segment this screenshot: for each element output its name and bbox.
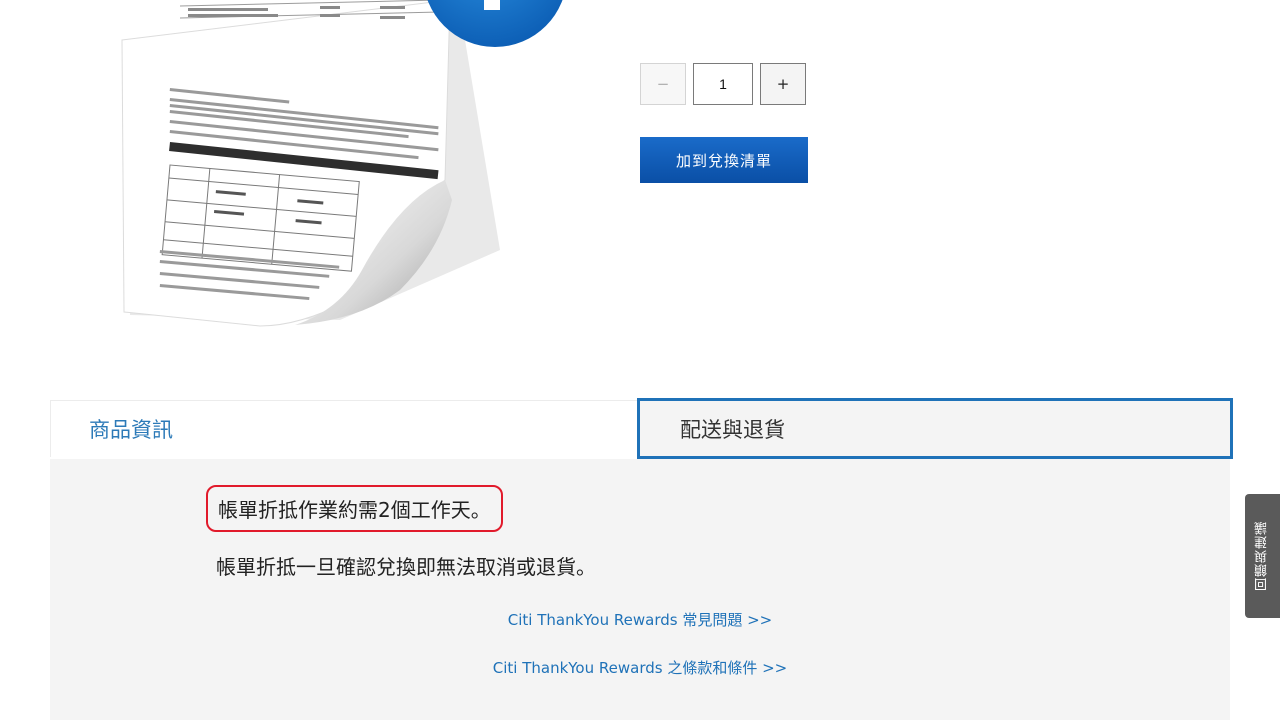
tab-label: 配送與退貨 bbox=[680, 417, 785, 442]
quantity-stepper: − + bbox=[640, 62, 806, 106]
product-tabs: 商品資訊 配送與退貨 bbox=[50, 398, 1233, 459]
tab-shipping-returns[interactable]: 配送與退貨 bbox=[637, 398, 1233, 459]
feedback-label: 回饋與建議 bbox=[1255, 521, 1270, 591]
no-cancel-note: 帳單折抵一旦確認兌換即無法取消或退貨。 bbox=[216, 555, 596, 579]
decrease-quantity-button[interactable]: − bbox=[640, 63, 686, 105]
tab-label: 商品資訊 bbox=[89, 418, 173, 442]
add-to-redemption-list-button[interactable]: 加到兌換清單 bbox=[640, 137, 808, 183]
tab-content-panel: 帳單折抵作業約需2個工作天。 帳單折抵一旦確認兌換即無法取消或退貨。 Citi … bbox=[50, 459, 1230, 720]
quantity-input[interactable] bbox=[693, 63, 753, 105]
increase-quantity-button[interactable]: + bbox=[760, 63, 806, 105]
terms-link[interactable]: Citi ThankYou Rewards 之條款和條件 >> bbox=[50, 657, 1230, 678]
processing-time-note: 帳單折抵作業約需2個工作天。 bbox=[206, 485, 503, 532]
tab-product-info[interactable]: 商品資訊 bbox=[50, 400, 638, 457]
product-image bbox=[121, 0, 563, 327]
feedback-side-tab[interactable]: 回饋與建議 bbox=[1245, 494, 1280, 618]
product-page: − + 加到兌換清單 商品資訊 配送與退貨 帳單折抵作業約需2個工作天。 帳單折… bbox=[0, 0, 1280, 720]
faq-link[interactable]: Citi ThankYou Rewards 常見問題 >> bbox=[50, 609, 1230, 630]
